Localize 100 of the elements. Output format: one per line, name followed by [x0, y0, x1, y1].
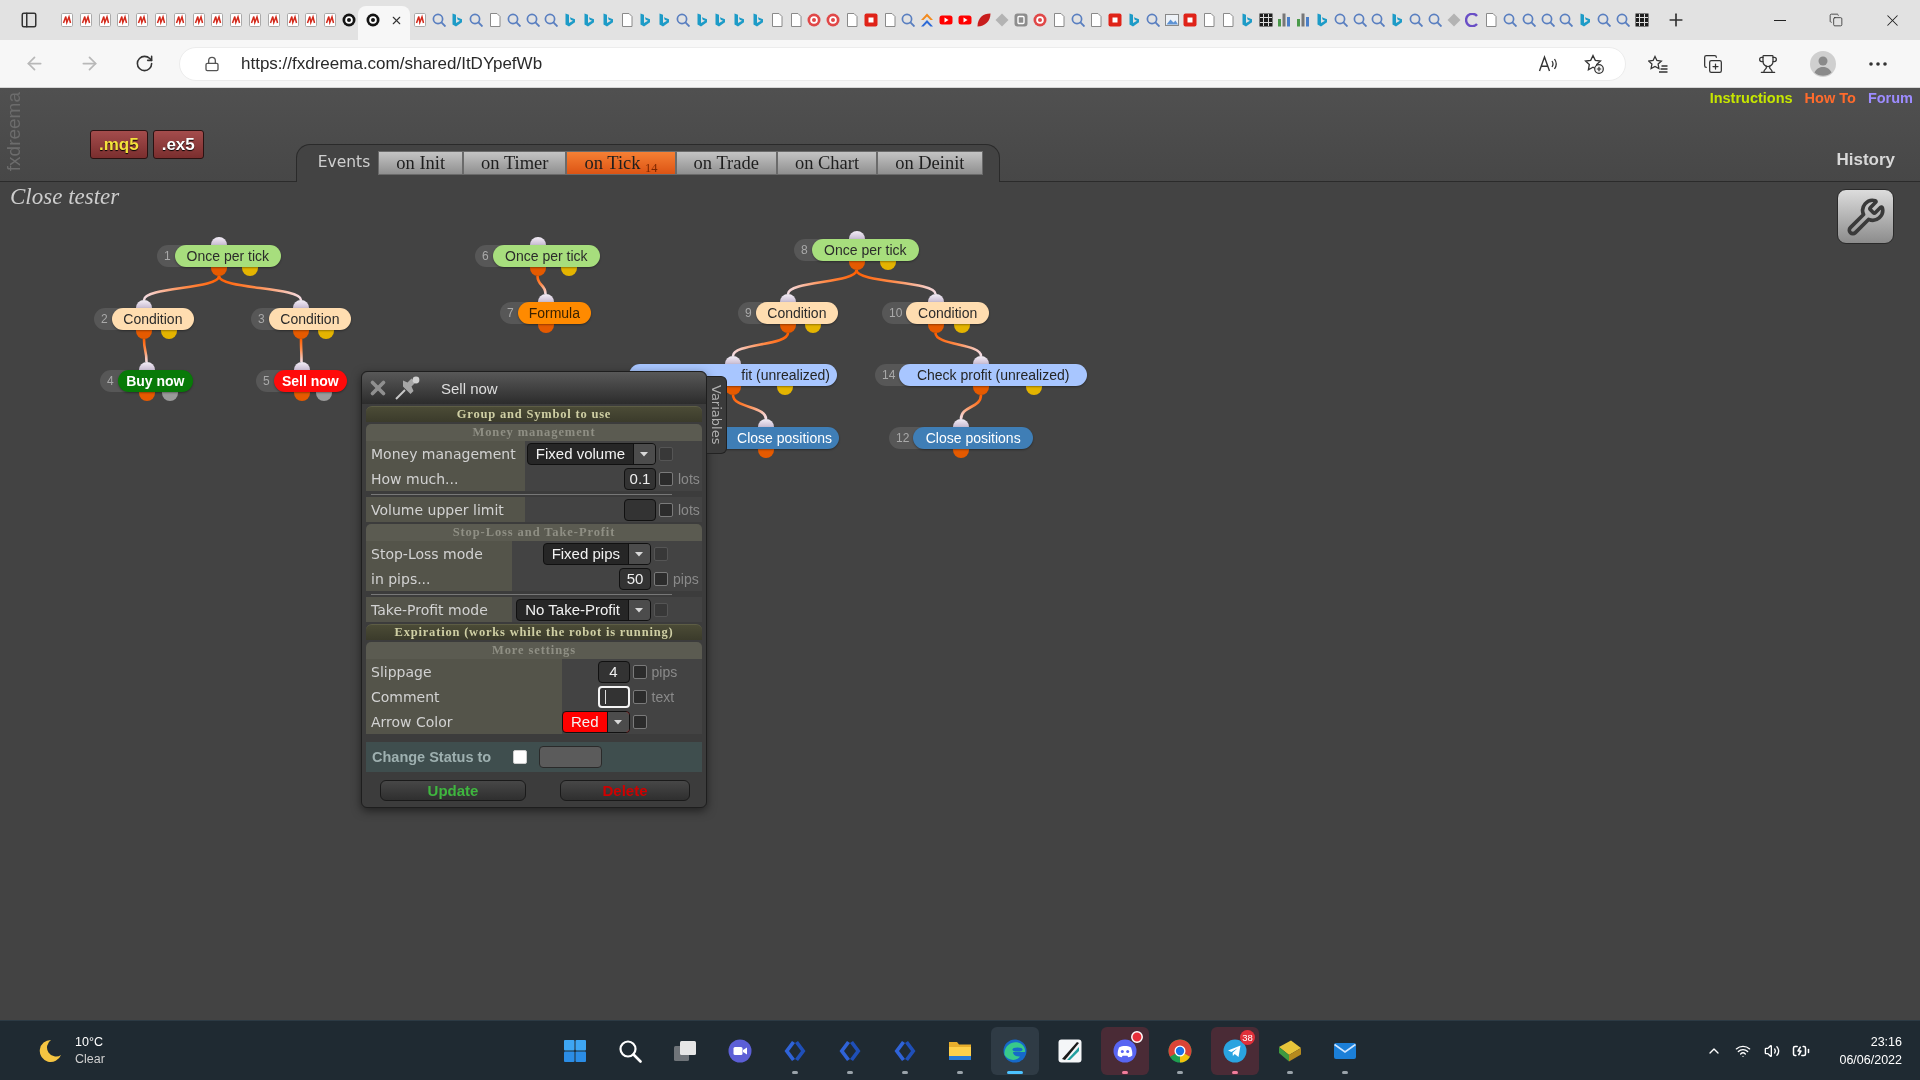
variables-tab[interactable]: Variables [707, 376, 727, 454]
output-port-icon[interactable] [318, 330, 334, 339]
input-field[interactable]: 50 [619, 567, 651, 590]
running-indicator-icon [1007, 1070, 1023, 1074]
output-port-icon[interactable] [138, 392, 155, 401]
image-icon [1164, 13, 1179, 27]
notification-dot-icon [1131, 1030, 1143, 1043]
output-port-icon[interactable] [780, 324, 796, 333]
output-port-icon[interactable] [848, 261, 865, 270]
output-port-icon[interactable] [973, 386, 989, 395]
output-port-icon[interactable] [537, 324, 554, 333]
input-port-icon[interactable] [136, 300, 152, 308]
input-field[interactable]: 0.1 [624, 467, 656, 490]
wrench-button[interactable] [1837, 189, 1894, 244]
grid-icon [1634, 13, 1649, 27]
play-icon [957, 13, 972, 27]
caret-icon[interactable] [628, 543, 650, 564]
output-port-icon[interactable] [529, 267, 546, 276]
input-field[interactable] [624, 498, 656, 521]
tricolor-circle-icon [1168, 1038, 1192, 1063]
export-button[interactable]: .ex5 [152, 130, 204, 159]
event-tab[interactable]: on Init [378, 151, 464, 175]
input-field[interactable]: 4 [597, 660, 630, 683]
output-port-icon[interactable] [927, 324, 944, 333]
output-port-icon[interactable] [211, 267, 227, 276]
event-tab[interactable]: on Deinit [877, 151, 983, 175]
input-port-icon[interactable] [725, 356, 741, 364]
dropdown[interactable]: No Take-Profit [516, 598, 651, 621]
output-port-icon[interactable] [879, 261, 896, 270]
output-port-icon[interactable] [758, 449, 774, 458]
event-tab[interactable]: on Chart [776, 151, 878, 175]
input-port-icon[interactable] [953, 419, 969, 427]
pin-icon[interactable] [395, 376, 421, 400]
event-tab[interactable]: on Tick 14 [566, 151, 676, 175]
dropdown[interactable]: Fixed pips [542, 542, 651, 565]
taskbar-app[interactable]: 38 [1211, 1026, 1259, 1075]
browser-tab[interactable] [358, 6, 411, 40]
checkbox[interactable] [659, 502, 673, 517]
output-port-icon[interactable] [560, 267, 577, 276]
history-button[interactable]: History [1836, 150, 1895, 170]
output-port-icon[interactable] [316, 392, 333, 401]
lock-icon[interactable] [204, 55, 220, 72]
event-tab[interactable]: on Timer [463, 151, 567, 175]
checkbox[interactable] [632, 714, 647, 729]
export-button[interactable]: .mq5 [90, 130, 148, 159]
caret-icon[interactable] [633, 443, 655, 464]
node-label[interactable]: Condition [268, 308, 351, 330]
input-port-icon[interactable] [138, 362, 155, 370]
output-port-icon[interactable] [954, 324, 971, 333]
output-port-icon[interactable] [953, 449, 969, 458]
input-port-icon[interactable] [293, 362, 310, 370]
node-label[interactable]: Once per tick [174, 245, 281, 267]
output-port-icon[interactable] [161, 330, 177, 339]
node-label[interactable]: Close positions [913, 427, 1033, 449]
update-button[interactable]: Update [380, 780, 526, 801]
node-label[interactable]: Sell now [273, 370, 347, 392]
input-port-icon[interactable] [927, 294, 944, 302]
address-bar[interactable]: https://fxdreema.com/shared/ItDYpefWb [179, 46, 1626, 81]
clock-button[interactable]: 23:16 06/06/2022 [1839, 1032, 1902, 1069]
node-label[interactable]: Once per tick [811, 239, 919, 261]
taskbar-app[interactable] [991, 1026, 1039, 1075]
input-port-icon[interactable] [537, 294, 554, 302]
input-port-icon[interactable] [758, 419, 774, 427]
output-port-icon[interactable] [805, 324, 821, 333]
output-port-icon[interactable] [777, 386, 793, 395]
input-port-icon[interactable] [848, 231, 865, 239]
node-label[interactable]: Once per tick [492, 245, 600, 267]
checkbox[interactable] [632, 689, 647, 704]
node-label[interactable]: Condition [906, 302, 989, 324]
header-link[interactable]: Instructions [1709, 90, 1793, 106]
node-label[interactable]: Condition [755, 302, 838, 324]
output-port-icon[interactable] [242, 267, 258, 276]
dropdown[interactable]: Fixed volume [526, 442, 656, 465]
checkbox[interactable] [659, 471, 673, 486]
taskbar-app[interactable] [1101, 1026, 1149, 1075]
status-field[interactable] [539, 746, 603, 768]
read-aloud-icon[interactable] [1538, 53, 1558, 74]
node-label[interactable]: Buy now [117, 370, 193, 392]
output-port-icon[interactable] [293, 330, 309, 339]
grid-icon [1258, 13, 1273, 27]
caret-icon[interactable] [606, 711, 629, 732]
checkbox[interactable] [654, 571, 668, 586]
search-icon [506, 13, 521, 27]
add-favorite-icon[interactable] [1584, 53, 1604, 74]
input-port-icon[interactable] [529, 237, 546, 245]
input-port-icon[interactable] [293, 300, 309, 308]
node-label[interactable]: Condition [111, 308, 194, 330]
node-label[interactable]: Formula [517, 302, 591, 324]
output-port-icon[interactable] [136, 330, 152, 339]
event-tab[interactable]: on Trade [675, 151, 777, 175]
input-port-icon[interactable] [780, 294, 796, 302]
checkbox[interactable] [632, 664, 647, 679]
output-port-icon[interactable] [293, 392, 310, 401]
dropdown[interactable]: Red [562, 710, 630, 733]
node-label[interactable]: Check profit (unrealized) [899, 364, 1087, 386]
output-port-icon[interactable] [161, 392, 178, 401]
input-port-icon[interactable] [211, 237, 227, 245]
caret-icon[interactable] [628, 599, 650, 620]
input-port-icon[interactable] [973, 356, 989, 364]
output-port-icon[interactable] [1026, 386, 1042, 395]
